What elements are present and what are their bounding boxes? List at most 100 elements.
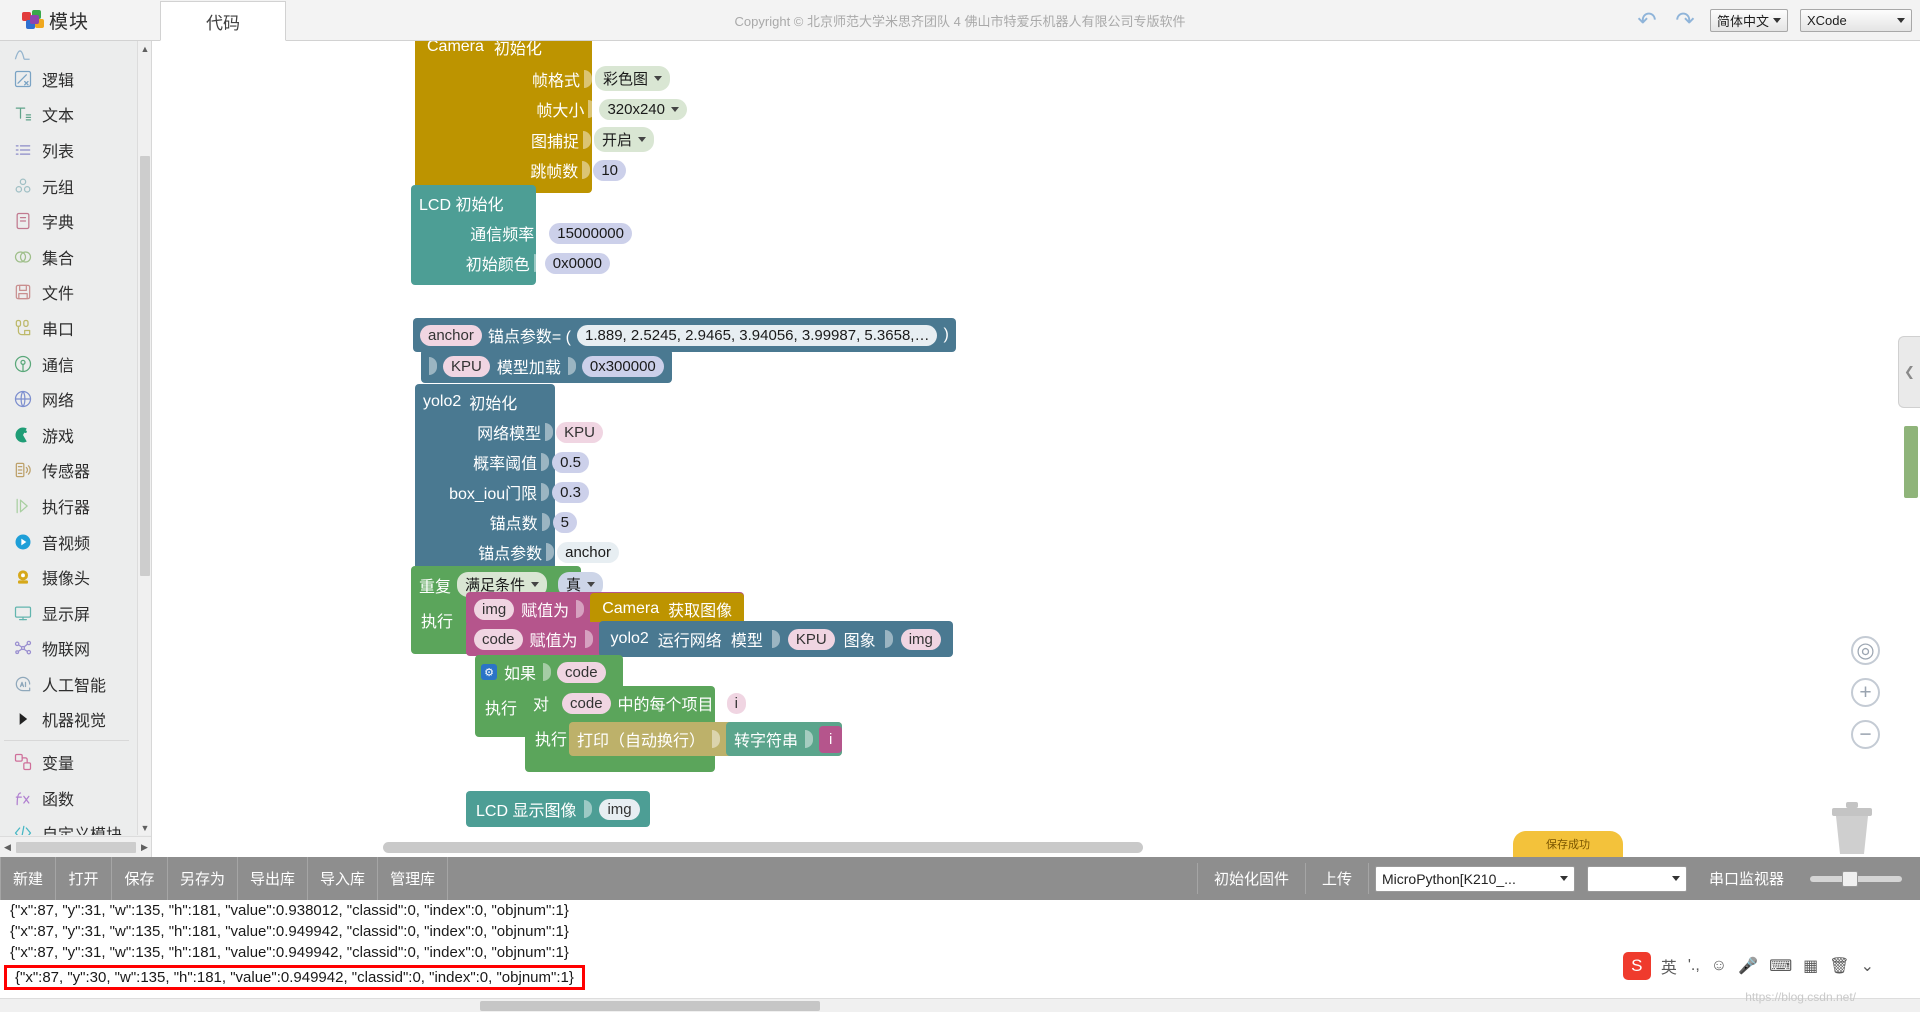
sidebar-item-6[interactable]: 文件 — [0, 275, 137, 311]
camera-row0-value[interactable]: 彩色图 — [594, 66, 670, 91]
sidebar-item-12[interactable]: 执行器 — [0, 488, 137, 524]
foreach-itemvar[interactable]: i — [726, 692, 746, 714]
anchor-value[interactable]: 1.889, 2.5245, 2.9465, 3.94056, 3.99987,… — [577, 324, 938, 346]
device-dropdown[interactable]: MicroPython[K210_... — [1374, 865, 1575, 892]
canvas-hscrollbar[interactable] — [383, 842, 1143, 853]
mode-dropdown[interactable]: XCode — [1800, 9, 1912, 32]
foreach-list[interactable]: code — [562, 692, 611, 714]
serial-monitor-button[interactable]: 串口监视器 — [1693, 857, 1800, 900]
upload-button[interactable]: 上传 — [1306, 857, 1368, 900]
yolo2-row0-value[interactable]: KPU — [556, 421, 603, 443]
gear-icon[interactable]: ⚙ — [481, 664, 497, 680]
sidebar-item-10[interactable]: 游戏 — [0, 417, 137, 453]
sidebar-item-4[interactable]: 字典 — [0, 203, 137, 239]
sidebar-item-5[interactable]: 集合 — [0, 239, 137, 275]
hscrollbar-thumb[interactable] — [16, 841, 136, 853]
yolo2-row3-value[interactable]: 5 — [552, 511, 577, 533]
block-yolo2-init[interactable]: yolo2 初始化 网络模型 KPU 概率阈值 0.5 box_iou门限 0.… — [415, 384, 619, 574]
sidebar-item-15[interactable]: 显示屏 — [0, 595, 137, 631]
zoom-slider[interactable] — [1810, 870, 1902, 887]
minus-icon[interactable]: − — [1851, 720, 1880, 749]
sidebar-hscrollbar[interactable]: ◀ ▶ — [0, 836, 151, 857]
ime-item-6[interactable]: 🗑 — [1829, 956, 1849, 976]
sidebar-item-14[interactable]: 摄像头 — [0, 559, 137, 595]
toolbar-button-1[interactable]: 打开 — [56, 857, 113, 900]
sidebar-item-8[interactable]: 通信 — [0, 346, 137, 382]
language-dropdown[interactable]: 简体中文 — [1709, 9, 1788, 32]
sidebar-item-7[interactable]: 串口 — [0, 310, 137, 346]
sidebar-item-0[interactable]: 逻辑 — [0, 61, 137, 97]
panel-collapse-handle[interactable]: ❮ — [1898, 336, 1920, 408]
sidebar-scrollbar[interactable]: ▲ ▼ — [137, 41, 151, 835]
camera-row1-value[interactable]: 320x240 — [599, 98, 687, 120]
sogou-logo-icon[interactable]: S — [1622, 951, 1651, 980]
ime-item-5[interactable]: ▦ — [1803, 956, 1818, 976]
if-condition-value[interactable]: code — [557, 661, 606, 683]
trash-icon[interactable] — [1824, 796, 1880, 857]
block-lcd-init[interactable]: LCD 初始化 通信频率 15000000 初始颜色 0x0000 — [411, 185, 632, 285]
toolbar-button-5[interactable]: 导入库 — [308, 857, 379, 900]
toolbar-button-3[interactable]: 另存为 — [168, 857, 239, 900]
toolbar-button-4[interactable]: 导出库 — [238, 857, 309, 900]
toolbar-button-0[interactable]: 新建 — [0, 857, 57, 900]
camera-row2-value[interactable]: 开启 — [593, 127, 654, 152]
firmware-init-button[interactable]: 初始化固件 — [1198, 857, 1305, 900]
logo-area[interactable]: 模块 — [0, 0, 160, 41]
yolo2-run-arg1[interactable]: KPU — [787, 628, 835, 650]
sidebar-item-1[interactable]: 文本 — [0, 97, 137, 133]
yolo2-row1-value[interactable]: 0.5 — [552, 451, 589, 473]
sidebar-item-clipped[interactable] — [0, 47, 137, 61]
block-kpu-load[interactable]: KPU 模型加载 0x300000 — [421, 349, 672, 383]
kpu-address-value[interactable]: 0x300000 — [581, 355, 664, 377]
sidebar-item-16[interactable]: 物联网 — [0, 631, 137, 667]
block-lcd-show[interactable]: LCD 显示图像 img — [466, 791, 650, 827]
crosshair-icon[interactable]: ◎ — [1851, 636, 1880, 665]
sidebar-item-2[interactable]: 自定义模块 — [0, 815, 137, 835]
lcd-row1-value[interactable]: 0x0000 — [544, 252, 610, 274]
lcd-row0-value[interactable]: 15000000 — [549, 222, 632, 244]
block-anchor-set[interactable]: anchor 锚点参数= ( 1.889, 2.5245, 2.9465, 3.… — [413, 318, 956, 352]
scroll-up-icon[interactable]: ▲ — [138, 41, 151, 56]
scroll-down-icon[interactable]: ▼ — [138, 820, 151, 835]
sidebar-item-2[interactable]: 列表 — [0, 132, 137, 168]
sidebar-item-0[interactable]: 变量 — [0, 744, 137, 780]
redo-icon[interactable]: ↷ — [1672, 7, 1698, 34]
block-camera-init[interactable]: Camera 初始化 帧格式 彩色图 帧大小 320x240 图捕捉 开启 跳帧… — [415, 41, 687, 193]
ime-item-4[interactable]: ⌨ — [1769, 956, 1792, 976]
ime-item-7[interactable]: ⌄ — [1861, 956, 1874, 976]
ime-item-0[interactable]: 英 — [1661, 954, 1677, 978]
anchor-variable[interactable]: anchor — [420, 324, 482, 346]
scrollbar-thumb[interactable] — [140, 156, 150, 576]
slider-knob[interactable] — [1842, 870, 1858, 887]
kpu-variable[interactable]: KPU — [443, 355, 490, 377]
scroll-left-icon[interactable]: ◀ — [0, 842, 15, 853]
camera-row3-value[interactable]: 10 — [593, 159, 626, 181]
port-dropdown[interactable] — [1586, 865, 1687, 892]
sidebar-item-3[interactable]: 元组 — [0, 168, 137, 204]
block-set-code[interactable]: code 赋值为 yolo2 运行网络 模型 KPU 图象 img — [466, 621, 953, 657]
scroll-right-icon[interactable]: ▶ — [137, 842, 151, 853]
block-print[interactable]: 打印（自动换行） 转字符串 i — [569, 722, 843, 756]
set-img-variable[interactable]: img — [474, 598, 515, 620]
blockly-canvas[interactable]: Camera 初始化 帧格式 彩色图 帧大小 320x240 图捕捉 开启 跳帧… — [153, 41, 1920, 857]
sidebar-item-1[interactable]: 函数 — [0, 780, 137, 816]
sidebar-item-9[interactable]: 网络 — [0, 381, 137, 417]
yolo2-row2-value[interactable]: 0.3 — [552, 481, 589, 503]
block-yolo2-run[interactable]: yolo2 运行网络 模型 KPU 图象 img — [598, 621, 953, 657]
plus-icon[interactable]: + — [1851, 678, 1880, 707]
undo-icon[interactable]: ↶ — [1634, 7, 1660, 34]
sidebar-item-13[interactable]: 音视频 — [0, 524, 137, 560]
lcd-show-arg[interactable]: img — [599, 798, 640, 820]
ime-item-1[interactable]: '., — [1688, 957, 1700, 975]
ime-item-3[interactable]: 🎤 — [1738, 956, 1758, 976]
hscrollbar-thumb[interactable] — [480, 1001, 820, 1011]
yolo2-row4-value[interactable]: anchor — [557, 541, 619, 563]
ime-item-2[interactable]: ☺ — [1711, 957, 1727, 975]
console-hscrollbar[interactable] — [0, 998, 1920, 1012]
sidebar-item-18[interactable]: 机器视觉 — [0, 702, 137, 738]
to-string-arg[interactable]: i — [819, 725, 843, 753]
toolbar-button-6[interactable]: 管理库 — [378, 857, 449, 900]
set-code-variable[interactable]: code — [474, 628, 523, 650]
tab-code[interactable]: 代码 — [160, 1, 286, 41]
sidebar-item-11[interactable]: 传感器 — [0, 453, 137, 489]
